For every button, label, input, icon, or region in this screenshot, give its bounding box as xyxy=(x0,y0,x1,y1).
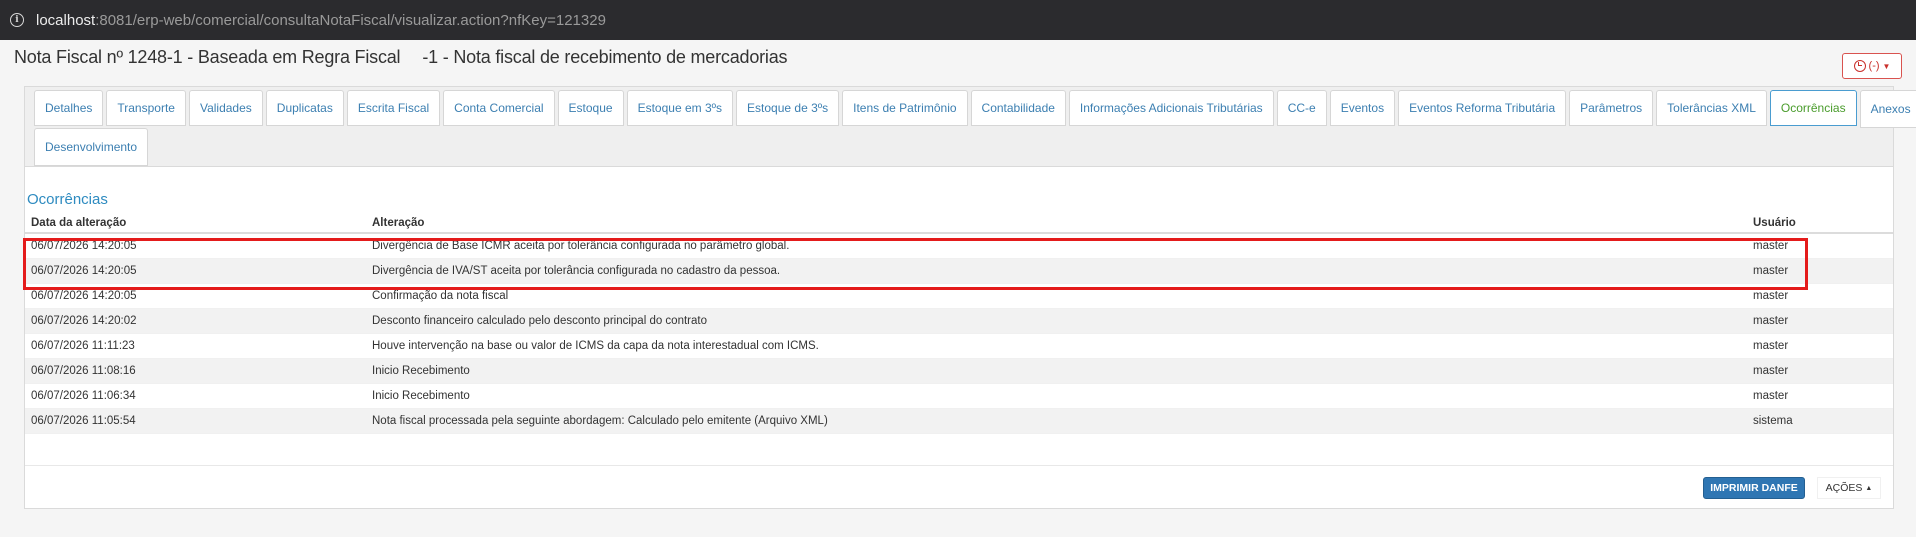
tab-eventos-reforma-tributaria[interactable]: Eventos Reforma Tributária xyxy=(1398,90,1567,126)
tab-conta-comercial[interactable]: Conta Comercial xyxy=(443,90,555,126)
tab-tolerancias-xml[interactable]: Tolerâncias XML xyxy=(1656,90,1767,126)
cell-change: Divergência de Base ICMR aceita por tole… xyxy=(366,233,1747,259)
page-title-sub: -1 - Nota fiscal de recebimento de merca… xyxy=(422,47,788,67)
tab-ocorrencias[interactable]: Ocorrências xyxy=(1769,90,1857,126)
column-header-user[interactable]: Usuário xyxy=(1747,213,1893,234)
info-icon[interactable]: i xyxy=(10,13,24,27)
clock-icon xyxy=(1853,60,1866,72)
page-title-main: Nota Fiscal nº 1248-1 - Baseada em Regra… xyxy=(14,47,401,67)
table-row[interactable]: 06/07/2026 11:08:16 Inicio Recebimento mas… xyxy=(25,358,1893,384)
tab-estoque-em-3-s[interactable]: Estoque em 3ºs xyxy=(626,90,734,126)
cell-change: Houve intervenção na base ou valor de IC… xyxy=(366,333,1747,359)
table-row[interactable]: 06/07/2026 11:05:54 Nota fiscal processad… xyxy=(25,408,1893,434)
cell-change: Nota fiscal processada pela seguinte abo… xyxy=(366,408,1747,434)
tab-transporte[interactable]: Transporte xyxy=(106,90,186,126)
cell-date: 06/07/2026 14:20:02 xyxy=(25,308,366,334)
table-row[interactable]: 06/07/2026 14:20:05 Confirmação da nota f… xyxy=(25,283,1893,309)
print-danfe-button[interactable]: IMPRIMIR DANFE xyxy=(1703,477,1805,499)
tab-anexos[interactable]: Anexos xyxy=(1859,90,1916,128)
cell-change: Divergência de IVA/ST aceita por tolerân… xyxy=(366,258,1747,284)
tab-desenvolvimento[interactable]: Desenvolvimento xyxy=(34,128,149,166)
page-title: Nota Fiscal nº 1248-1 - Baseada em Regra… xyxy=(14,47,788,68)
tab-estoque-de-3-s[interactable]: Estoque de 3ºs xyxy=(736,90,840,126)
tab-contabilidade[interactable]: Contabilidade xyxy=(970,90,1066,126)
column-header-date[interactable]: Data da alteração xyxy=(25,213,366,234)
section-title: Ocorrências xyxy=(27,191,108,208)
tab-duplicatas[interactable]: Duplicatas xyxy=(265,90,344,126)
url-host: localhost xyxy=(36,11,96,29)
tab-parametros[interactable]: Parâmetros xyxy=(1569,90,1654,126)
cell-user: master xyxy=(1747,283,1893,309)
cell-date: 06/07/2026 11:11:23 xyxy=(25,333,366,359)
tab-cc-e[interactable]: CC-e xyxy=(1276,90,1327,126)
invoice-panel: Detalhes Transporte Validades Duplicatas Esc… xyxy=(24,86,1916,509)
cell-change: Inicio Recebimento xyxy=(366,358,1747,384)
cell-date: 06/07/2026 14:20:05 xyxy=(25,258,366,284)
tab-row-1: Detalhes Transporte Validades Duplicatas Esc… xyxy=(34,90,1916,128)
tab-detalhes[interactable]: Detalhes xyxy=(34,90,104,126)
table-row[interactable]: 06/07/2026 14:20:05 Divergência de IVA/ST… xyxy=(25,258,1893,284)
page-header: Nota Fiscal nº 1248-1 - Baseada em Regra… xyxy=(0,40,1916,80)
cell-user: master xyxy=(1747,383,1893,409)
cell-change: Confirmação da nota fiscal xyxy=(366,283,1747,309)
column-header-change[interactable]: Alteração xyxy=(366,213,1747,234)
tab-eventos[interactable]: Eventos xyxy=(1329,90,1396,126)
caret-up-icon: ▲ xyxy=(1865,484,1873,492)
table-row[interactable]: 06/07/2026 11:11:23 Houve intervenção na … xyxy=(25,333,1893,359)
table-row[interactable]: 06/07/2026 11:06:34 Inicio Recebimento mas… xyxy=(25,383,1893,409)
cell-user: master xyxy=(1747,308,1893,334)
cell-date: 06/07/2026 11:05:54 xyxy=(25,408,366,434)
url-text[interactable]: localhost:8081/erp-web/comercial/consult… xyxy=(36,12,606,29)
browser-url-bar[interactable]: i localhost:8081/erp-web/comercial/consu… xyxy=(0,0,1916,40)
tab-itens-de-patrimonio[interactable]: Itens de Patrimônio xyxy=(842,90,968,126)
tab-estoque[interactable]: Estoque xyxy=(557,90,624,126)
occurrences-table: Data da alteração Alteração Usuário 06/0… xyxy=(25,213,1893,434)
actions-button[interactable]: AÇÕES ▲ xyxy=(1817,477,1881,499)
status-label: (-) xyxy=(1868,60,1880,72)
url-path: :8081/erp-web/comercial/consultaNotaFisc… xyxy=(95,11,606,29)
tab-bar: Detalhes Transporte Validades Duplicatas Esc… xyxy=(25,87,1916,167)
actions-label: AÇÕES xyxy=(1825,482,1863,494)
cell-date: 06/07/2026 11:06:34 xyxy=(25,383,366,409)
tab-informacoes-adicionais-tributarias[interactable]: Informações Adicionais Tributárias xyxy=(1068,90,1274,126)
table-row[interactable]: 06/07/2026 14:20:02 Desconto financeiro c… xyxy=(25,308,1893,334)
cell-change: Desconto financeiro calculado pelo desco… xyxy=(366,308,1747,334)
cell-date: 06/07/2026 14:20:05 xyxy=(25,233,366,259)
cell-user: master xyxy=(1747,258,1893,284)
footer-divider xyxy=(25,465,1893,466)
status-dropdown-button[interactable]: (-) ▼ xyxy=(1842,53,1902,79)
table-header-row: Data da alteração Alteração Usuário xyxy=(25,213,1893,234)
cell-user: sistema xyxy=(1747,408,1893,434)
tab-row-2: Desenvolvimento xyxy=(34,128,1893,166)
caret-down-icon: ▼ xyxy=(1882,61,1891,71)
cell-user: master xyxy=(1747,233,1893,259)
cell-date: 06/07/2026 11:08:16 xyxy=(25,358,366,384)
cell-user: master xyxy=(1747,358,1893,384)
cell-change: Inicio Recebimento xyxy=(366,383,1747,409)
table-row[interactable]: 06/07/2026 14:20:05 Divergência de Base I… xyxy=(25,233,1893,259)
tab-escrita-fiscal[interactable]: Escrita Fiscal xyxy=(346,90,441,126)
cell-user: master xyxy=(1747,333,1893,359)
tab-validades[interactable]: Validades xyxy=(188,90,263,126)
cell-date: 06/07/2026 14:20:05 xyxy=(25,283,366,309)
